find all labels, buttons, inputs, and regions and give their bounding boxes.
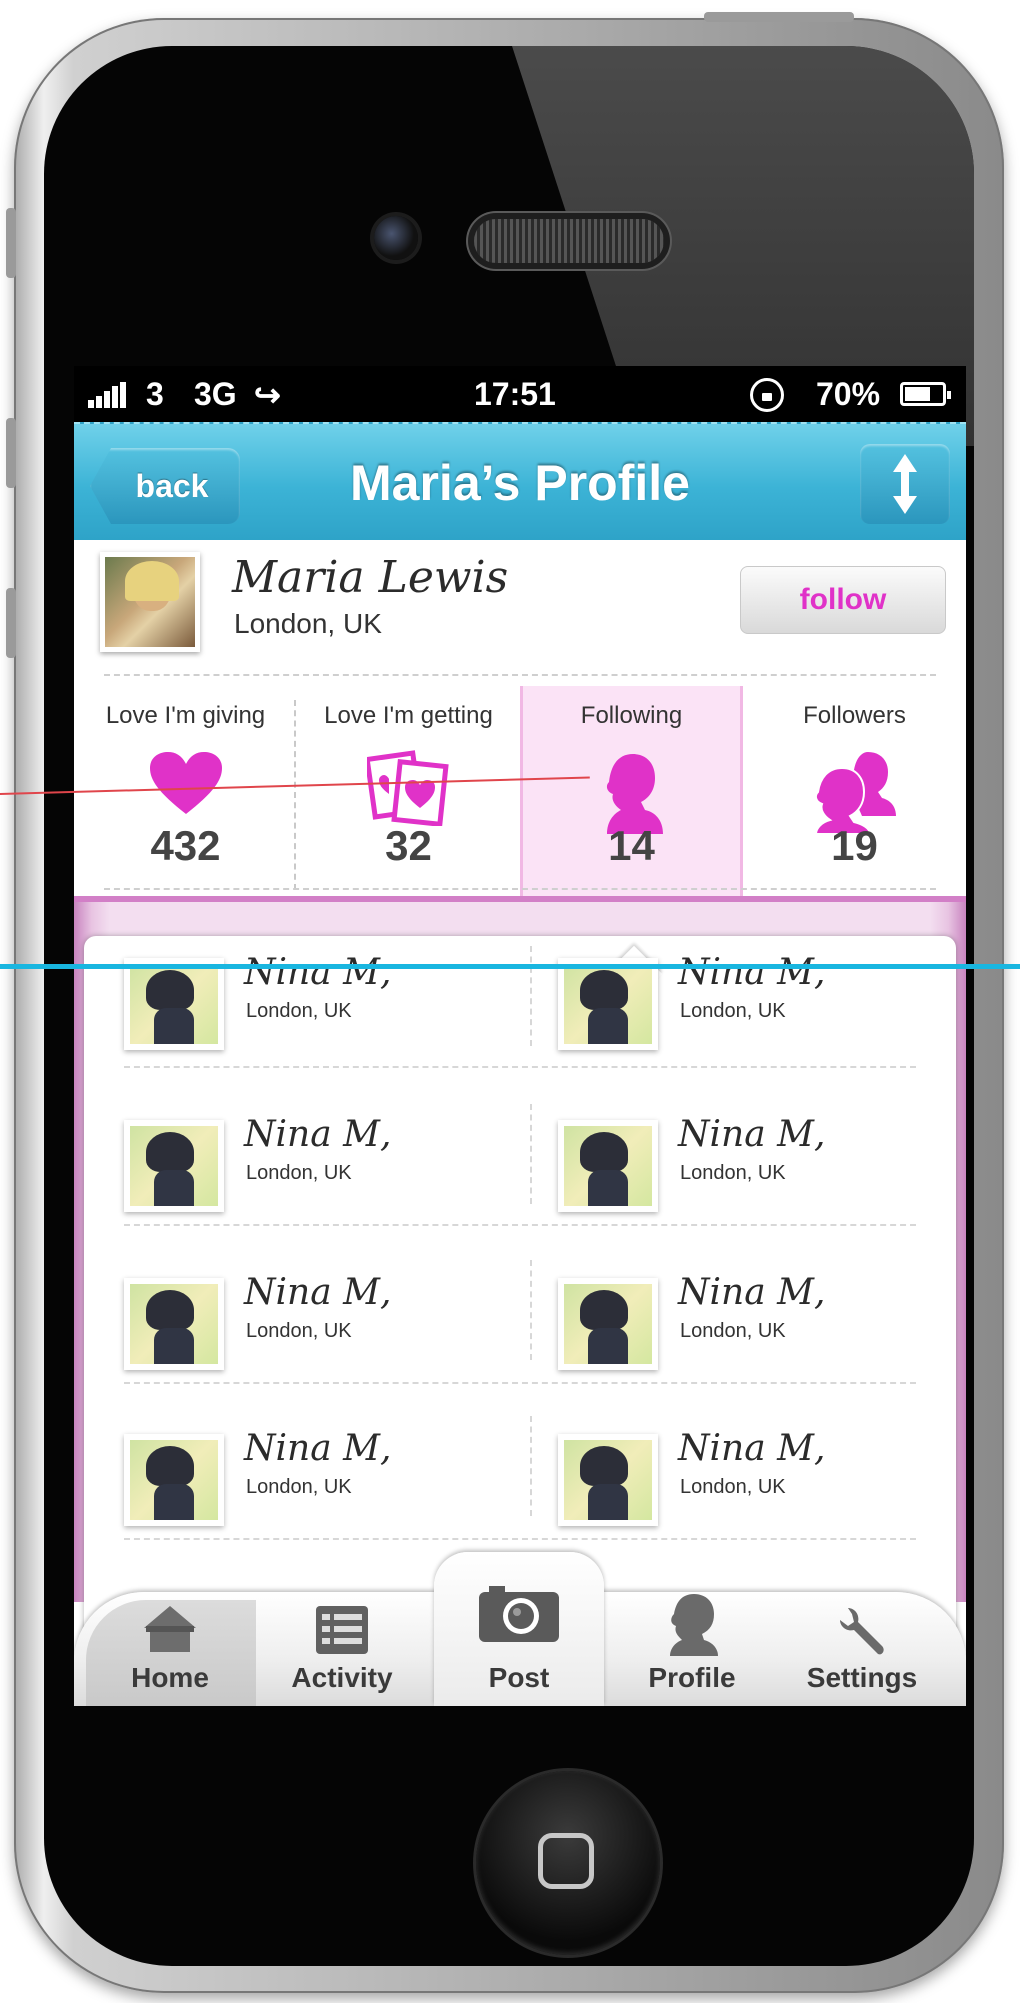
person-location: London, UK [246, 1476, 352, 1498]
person-location: London, UK [246, 1320, 352, 1342]
list-item[interactable]: Nina M, London, UK [84, 1428, 494, 1564]
annotation-line-blue [0, 964, 1020, 969]
front-camera [374, 216, 418, 260]
mute-switch [6, 208, 16, 278]
avatar [124, 1120, 224, 1212]
battery-icon [900, 382, 951, 406]
list-item[interactable]: Nina M, London, UK [518, 1428, 928, 1564]
follow-button[interactable]: follow [740, 566, 946, 634]
earpiece-speaker [474, 219, 664, 263]
stat-count: 14 [608, 822, 655, 869]
list-item[interactable]: Nina M, London, UK [518, 1114, 928, 1250]
tab-label: Home [131, 1662, 209, 1693]
stat-label: Followers [803, 702, 906, 729]
profile-header: Maria Lewis London, UK follow [74, 540, 966, 682]
battery-level [905, 387, 931, 401]
back-button[interactable]: back [90, 448, 240, 524]
profile-location: London, UK [234, 608, 382, 639]
home-button[interactable] [476, 1771, 660, 1955]
tab-post[interactable]: Post [433, 1586, 605, 1706]
person-name: Nina M, [678, 1272, 826, 1313]
avatar [558, 958, 658, 1050]
heart-icon [148, 750, 224, 821]
battery-percent: 70% [816, 376, 881, 412]
avatar [558, 1278, 658, 1370]
power-button [704, 12, 854, 22]
person-name: Nina M, [244, 1428, 392, 1469]
profile-name: Maria Lewis [232, 552, 509, 603]
up-down-arrows-icon [893, 454, 917, 514]
list-item[interactable]: Nina M, London, UK [518, 1272, 928, 1408]
tab-activity[interactable]: Activity [256, 1592, 428, 1706]
avatar [124, 958, 224, 1050]
tab-label: Activity [291, 1662, 393, 1693]
tab-label: Settings [806, 1662, 918, 1693]
carrier-label: 3 [146, 376, 164, 412]
following-list: Nina M, London, UK Nina M, London, UK Ni… [84, 936, 956, 1656]
stat-label: Love I'm getting [324, 702, 493, 729]
list-icon [314, 1604, 370, 1661]
stat-label: Following [580, 702, 683, 729]
clock: 17:51 [474, 376, 556, 412]
following-list-area: Nina M, London, UK Nina M, London, UK Ni… [74, 902, 966, 1656]
tab-label: Profile [648, 1662, 736, 1693]
person-location: London, UK [680, 1476, 786, 1498]
person-location: London, UK [680, 1000, 786, 1022]
avatar [558, 1120, 658, 1212]
rotation-lock-icon [750, 378, 784, 412]
divider [104, 674, 936, 676]
stat-following[interactable]: Following 14 [520, 686, 743, 896]
cards-icon [363, 750, 451, 831]
stat-label: Love I'm giving [105, 702, 266, 729]
page-title: Maria’s Profile [350, 455, 690, 511]
stat-followers[interactable]: Followers 19 [743, 686, 966, 896]
person-location: London, UK [680, 1162, 786, 1184]
signal-bars-icon [88, 382, 128, 408]
tab-profile[interactable]: Profile [606, 1592, 778, 1706]
list-item[interactable]: Nina M, London, UK [84, 1114, 494, 1250]
stat-count: 432 [150, 822, 221, 869]
camera-icon [477, 1582, 561, 1649]
list-item[interactable]: Nina M, London, UK [84, 1272, 494, 1408]
home-button-icon [538, 1833, 594, 1889]
person-name: Nina M, [678, 1114, 826, 1155]
house-icon [142, 1604, 198, 1659]
person-name: Nina M, [244, 1272, 392, 1313]
stat-separator [294, 700, 296, 890]
wrench-icon [834, 1604, 890, 1665]
stat-count: 32 [385, 822, 432, 869]
app-screen: 3 3G ↪ 17:51 70% back Maria’s Profile Ma… [74, 366, 966, 1706]
person-name: Nina M, [244, 952, 392, 993]
person-name: Nina M, [244, 1114, 392, 1155]
avatar [558, 1434, 658, 1526]
stat-love-getting[interactable]: Love I'm getting 32 [297, 686, 520, 896]
person-name: Nina M, [678, 1428, 826, 1469]
stats-tabs: Love I'm giving 432 Love I'm getting 32 … [74, 686, 966, 896]
list-item[interactable]: Nina M, London, UK [518, 952, 928, 1088]
person-location: London, UK [680, 1320, 786, 1342]
avatar [124, 1434, 224, 1526]
volume-up-button [6, 418, 16, 488]
status-bar: 3 3G ↪ 17:51 70% [74, 366, 966, 422]
network-label: 3G [194, 376, 237, 412]
tab-home[interactable]: Home [84, 1592, 256, 1706]
list-item[interactable]: Nina M, London, UK [84, 952, 494, 1088]
person-location: London, UK [246, 1162, 352, 1184]
avatar[interactable] [100, 552, 200, 652]
tab-bar: Home Activity Post Profile Settings [74, 1552, 966, 1706]
avatar [124, 1278, 224, 1370]
call-forward-icon: ↪ [254, 377, 281, 413]
navigation-bar: back Maria’s Profile [74, 422, 966, 540]
volume-down-button [6, 588, 16, 658]
divider [104, 888, 936, 890]
sort-button[interactable] [860, 444, 950, 524]
person-location: London, UK [246, 1000, 352, 1022]
person-name: Nina M, [678, 952, 826, 993]
stat-count: 19 [831, 822, 878, 869]
profile-head-icon [664, 1592, 720, 1663]
tab-label: Post [488, 1662, 550, 1693]
tab-settings[interactable]: Settings [776, 1592, 948, 1706]
